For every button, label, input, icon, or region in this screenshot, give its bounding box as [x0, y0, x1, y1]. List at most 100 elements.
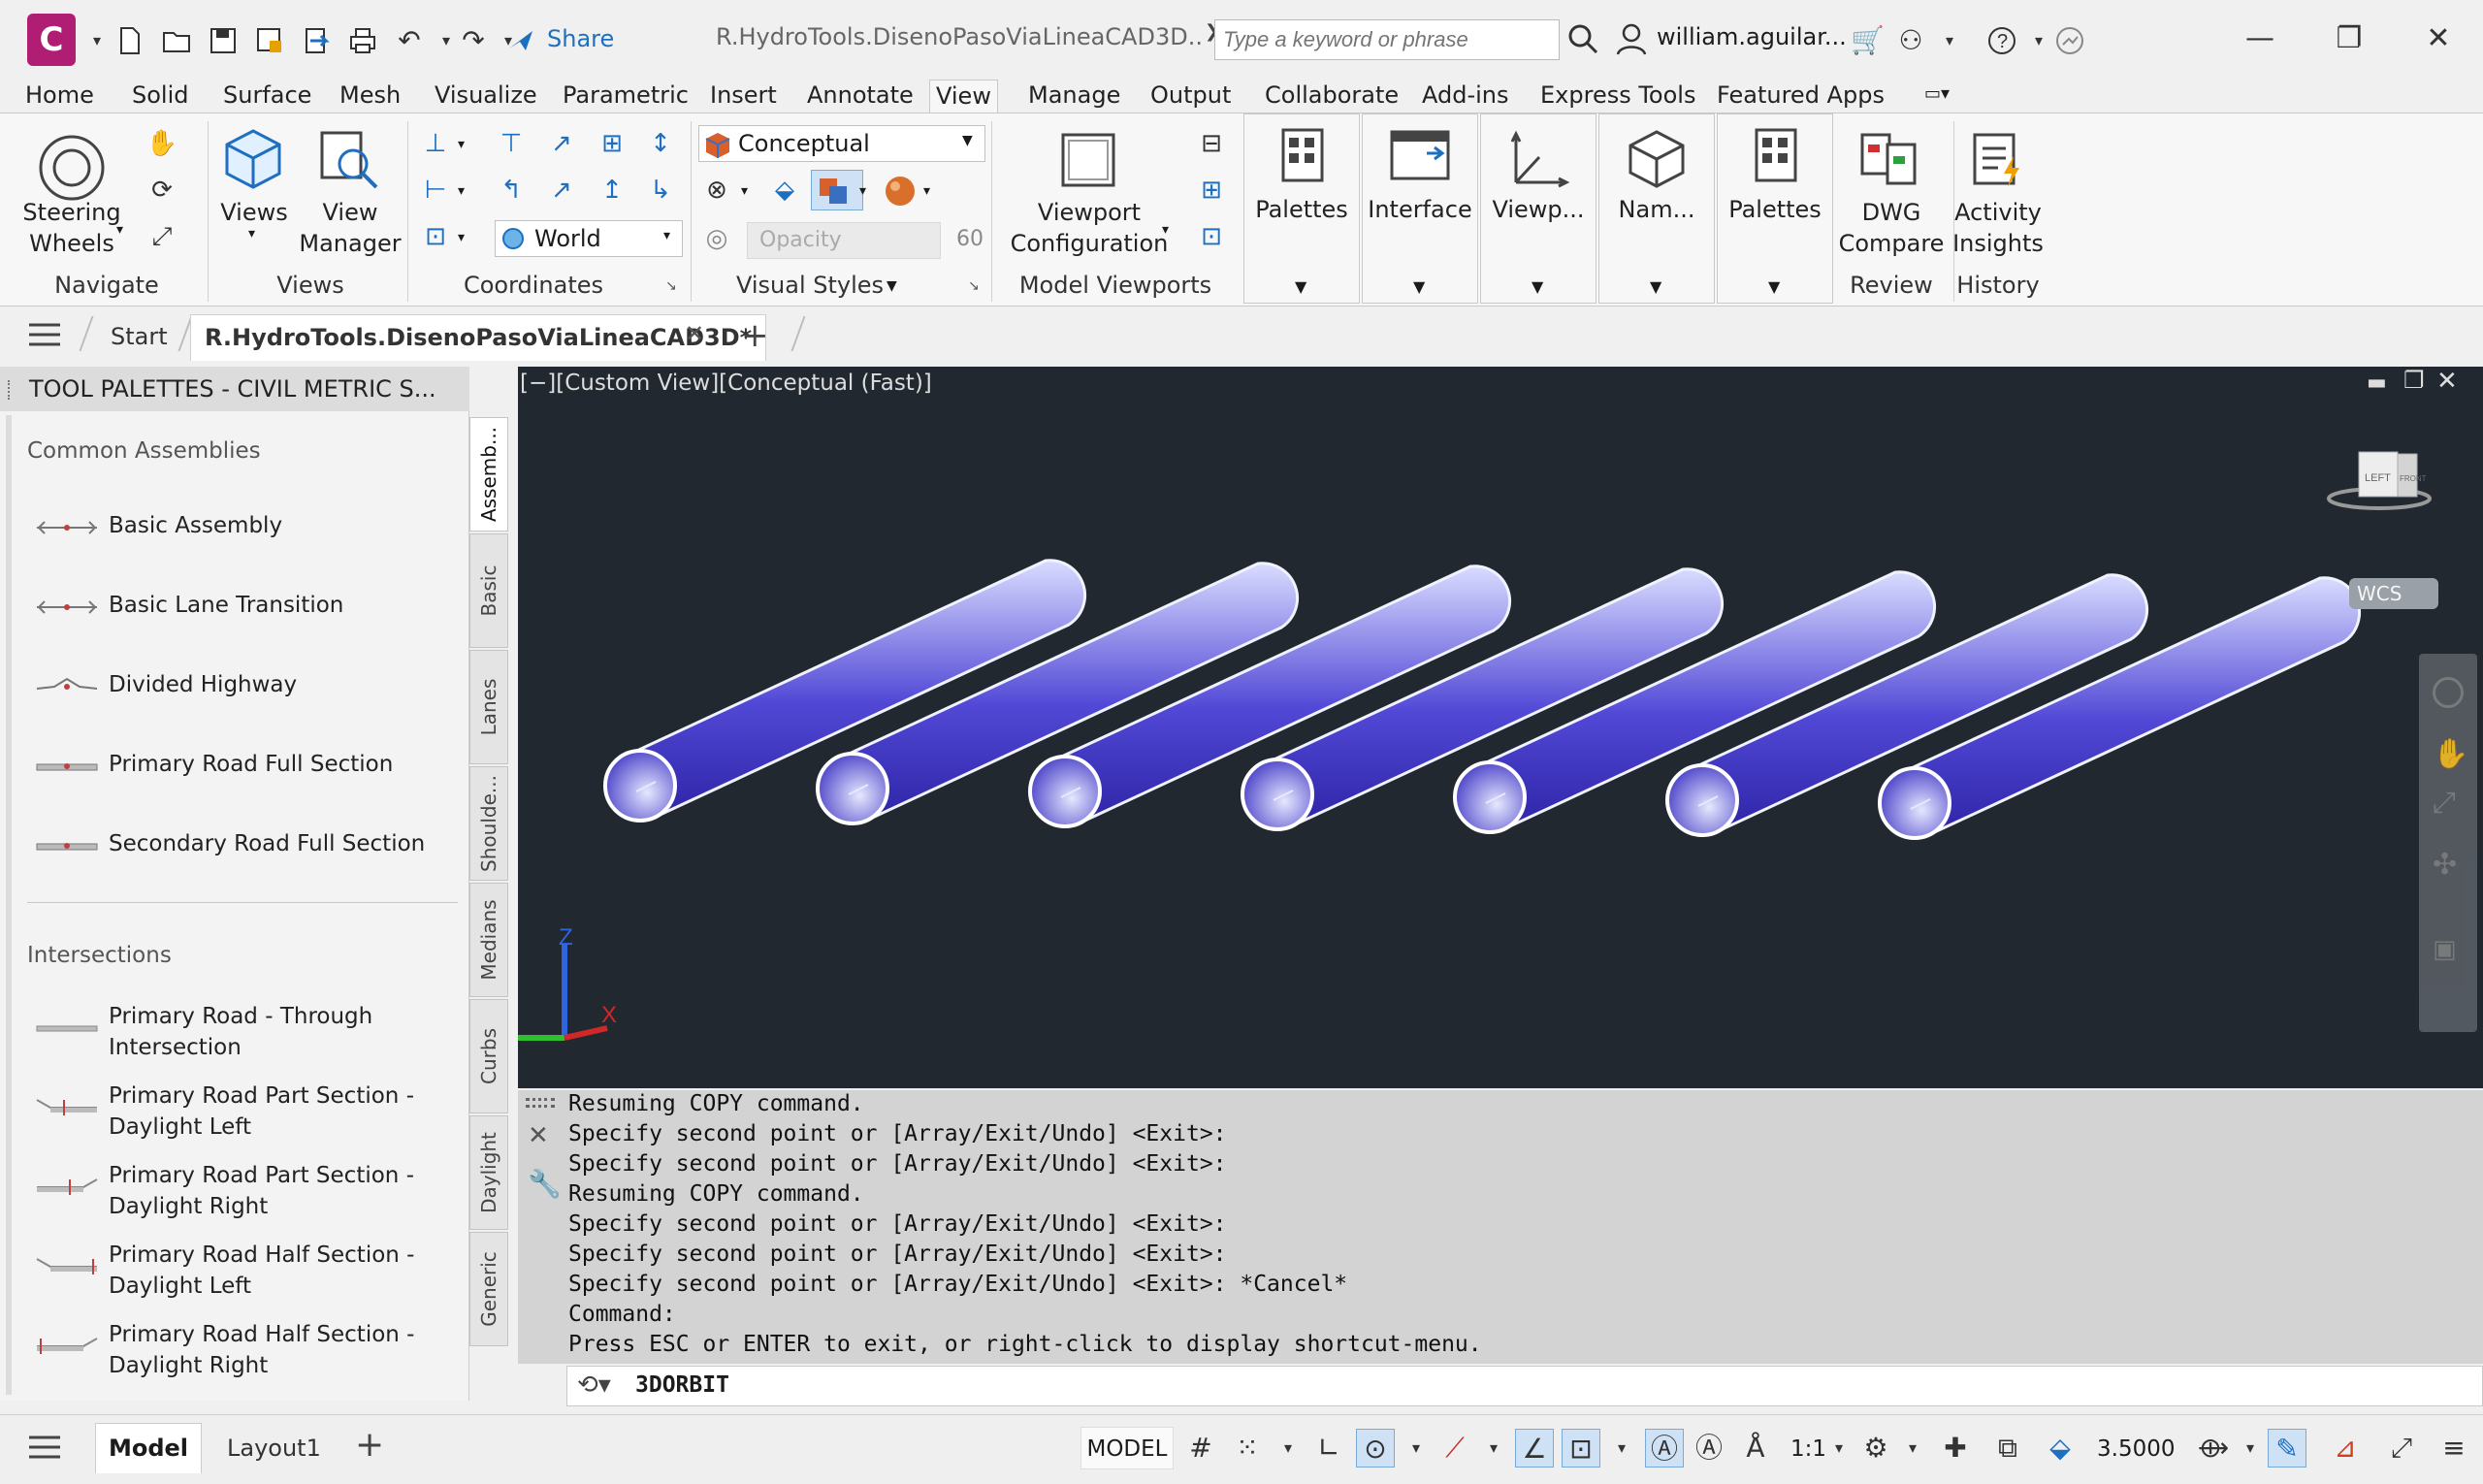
- ucs-previous-icon[interactable]: ↰: [495, 174, 528, 207]
- ucs-icon[interactable]: ⊥: [419, 127, 452, 160]
- ucs-x-dropdown-icon[interactable]: ▾: [458, 183, 465, 199]
- command-grip-icon[interactable]: [526, 1098, 555, 1108]
- ucs-named-icon[interactable]: ↕: [644, 127, 677, 160]
- steering-dropdown-icon[interactable]: ▾: [116, 222, 123, 238]
- material-dropdown-icon[interactable]: ▾: [923, 183, 930, 199]
- annotation-scale-icon[interactable]: Å: [1736, 1429, 1775, 1468]
- restore-window-icon[interactable]: ❐: [2320, 17, 2378, 60]
- palette-item-primary-road-through-intersection[interactable]: Primary Road - Through Intersection: [35, 1001, 423, 1063]
- activity-insights-button[interactable]: Activity Insights: [1944, 197, 2052, 259]
- palette-item-divided-highway[interactable]: Divided Highway: [35, 669, 423, 708]
- tab-solid[interactable]: Solid: [126, 80, 195, 113]
- viewport-config-dropdown-icon[interactable]: ▾: [1162, 222, 1169, 238]
- activity-insights-icon[interactable]: [1967, 127, 2029, 191]
- visual-style-dropdown-icon[interactable]: ▼: [962, 133, 973, 148]
- new-tab-icon[interactable]: +: [741, 316, 769, 355]
- opacity-slider[interactable]: Opacity: [747, 222, 941, 259]
- viewport-controls-label[interactable]: [−][Custom View][Conceptual (Fast)]: [520, 371, 932, 396]
- palette-tab-generic[interactable]: Generic: [469, 1232, 508, 1346]
- tab-featured-apps[interactable]: Featured Apps: [1711, 80, 1890, 113]
- command-recent-icon[interactable]: ⟲▾: [577, 1371, 611, 1400]
- named-views-dropdown-icon[interactable]: ▼: [1650, 277, 1661, 296]
- save-icon[interactable]: [208, 25, 239, 56]
- named-views-group[interactable]: Nam... ▼: [1598, 113, 1715, 304]
- view-manager-icon[interactable]: [316, 127, 384, 195]
- polar-dropdown-icon[interactable]: ▾: [1397, 1429, 1435, 1468]
- ucs-dropdown-icon[interactable]: ▾: [458, 137, 465, 152]
- workspace-gear-icon[interactable]: ⚙: [1856, 1429, 1895, 1468]
- share-icon[interactable]: [506, 25, 535, 54]
- isometric-dropdown-icon[interactable]: ▾: [1474, 1429, 1513, 1468]
- palette-tab-assemblies[interactable]: Assemb...: [469, 417, 508, 532]
- restore-viewports-icon[interactable]: ⊡: [1195, 220, 1228, 253]
- tag-icon[interactable]: ✎: [2268, 1429, 2306, 1468]
- viewport-tools-group[interactable]: Viewp... ▼: [1480, 113, 1596, 304]
- palette-item-secondary-road-full-section[interactable]: Secondary Road Full Section: [35, 828, 425, 867]
- command-input-text[interactable]: 3DORBIT: [635, 1372, 729, 1398]
- tab-mesh[interactable]: Mesh: [334, 80, 406, 113]
- drawing-viewport[interactable]: Z X [−][Custom View][Conceptual (Fast)] …: [518, 367, 2483, 1088]
- connect-dropdown-icon[interactable]: ▾: [1934, 25, 1965, 56]
- layout-menu-icon[interactable]: [27, 1433, 62, 1462]
- palette-title[interactable]: TOOL PALETTES - CIVIL METRIC S...: [0, 367, 469, 411]
- tab-express-tools[interactable]: Express Tools: [1534, 80, 1701, 113]
- steering-wheels-icon[interactable]: [33, 129, 111, 207]
- ucs-3point-icon[interactable]: ⊡: [419, 220, 452, 253]
- palette-tab-medians[interactable]: Medians: [469, 883, 508, 997]
- help-dropdown-icon[interactable]: ▾: [2023, 25, 2054, 56]
- tab-collaborate[interactable]: Collaborate: [1259, 80, 1404, 113]
- polar-tracking-icon[interactable]: ⊙: [1356, 1429, 1395, 1468]
- hardware-dropdown-icon[interactable]: ▾: [2231, 1429, 2270, 1468]
- tab-layout1[interactable]: Layout1: [227, 1435, 321, 1462]
- nav-pan-icon[interactable]: ✋: [2433, 737, 2468, 771]
- ucs-3point-dropdown-icon[interactable]: ▾: [458, 230, 465, 245]
- ucs-x-icon[interactable]: ⊢: [419, 174, 452, 207]
- named-viewports-icon[interactable]: ⊟: [1195, 127, 1228, 160]
- model-space-canvas[interactable]: Z X: [518, 367, 2483, 1088]
- palettes-group[interactable]: Palettes ▼: [1243, 113, 1360, 304]
- customization-menu-icon[interactable]: ≡: [2435, 1429, 2473, 1468]
- face-style-dropdown-icon[interactable]: ▾: [859, 183, 866, 199]
- model-space-button[interactable]: MODEL: [1080, 1427, 1174, 1469]
- visual-styles-dropdown-icon[interactable]: ▼: [887, 278, 897, 294]
- shadow-icon[interactable]: ⬙: [768, 174, 801, 207]
- face-style-button[interactable]: [811, 170, 863, 210]
- nav-steering-wheel-icon[interactable]: [2433, 677, 2464, 708]
- ucs-y-icon[interactable]: ↗: [545, 174, 578, 207]
- tab-annotate[interactable]: Annotate: [801, 80, 919, 113]
- tab-surface[interactable]: Surface: [217, 80, 317, 113]
- plot-arrow-icon[interactable]: [301, 25, 332, 56]
- visual-style-select[interactable]: Conceptual: [698, 125, 985, 162]
- annotation-visibility-icon[interactable]: Ⓐ: [1645, 1429, 1684, 1468]
- dwg-compare-button[interactable]: DWG Compare: [1833, 197, 1950, 259]
- crosshair-icon[interactable]: ✚: [1936, 1429, 1975, 1468]
- edge-style-dropdown-icon[interactable]: ▾: [741, 183, 748, 199]
- pan-hand-icon[interactable]: ✋: [145, 127, 178, 160]
- snap-icon[interactable]: ⁙: [1228, 1429, 1267, 1468]
- palette-item-half-section-daylight-left[interactable]: Primary Road Half Section - Daylight Lef…: [35, 1240, 423, 1302]
- tab-insert[interactable]: Insert: [704, 80, 783, 113]
- viewport-tools-dropdown-icon[interactable]: ▼: [1532, 277, 1543, 296]
- nav-showmotion-icon[interactable]: ▣: [2433, 935, 2457, 964]
- redo-icon[interactable]: ↷: [458, 25, 489, 56]
- views-cube-icon[interactable]: [219, 125, 287, 193]
- app-logo[interactable]: C: [27, 14, 76, 66]
- ucs-face-icon[interactable]: ↳: [644, 174, 677, 207]
- user-icon[interactable]: [1614, 21, 1649, 56]
- undo-icon[interactable]: ↶: [394, 25, 425, 56]
- tab-manage[interactable]: Manage: [1022, 80, 1126, 113]
- panel-title-visual-styles[interactable]: Visual Styles: [718, 269, 902, 302]
- palette-item-half-section-daylight-right[interactable]: Primary Road Half Section - Daylight Rig…: [35, 1319, 423, 1381]
- close-window-icon[interactable]: ✕: [2409, 17, 2467, 60]
- command-input[interactable]: ⟲▾ 3DORBIT: [566, 1366, 2483, 1406]
- viewport-close-icon[interactable]: ✕: [2436, 367, 2458, 396]
- coordinates-launcher-icon[interactable]: ↘: [665, 278, 677, 294]
- cart-icon[interactable]: 🛒: [1851, 25, 1885, 56]
- palette-tab-basic[interactable]: Basic: [469, 533, 508, 648]
- search-icon[interactable]: [1565, 21, 1600, 56]
- palette-grip-icon[interactable]: [8, 380, 14, 400]
- views-dropdown-icon[interactable]: ▾: [248, 226, 255, 242]
- grid-icon[interactable]: #: [1181, 1429, 1220, 1468]
- connect-icon[interactable]: ⚇: [1895, 25, 1926, 56]
- tab-parametric[interactable]: Parametric: [557, 80, 694, 113]
